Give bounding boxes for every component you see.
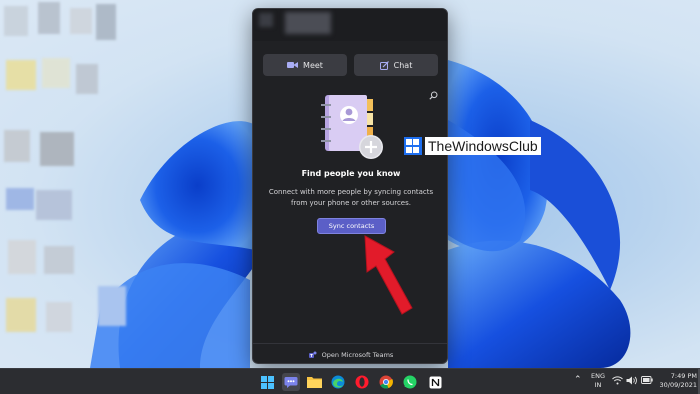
edge-browser-icon[interactable]: [329, 373, 347, 391]
taskbar: ⌃ ENG IN 7:49 PM 30/09/2021: [0, 368, 700, 394]
input-language-indicator[interactable]: ENG IN: [589, 372, 607, 390]
search-icon[interactable]: [429, 91, 438, 100]
profile-name-blurred: [285, 12, 331, 34]
teams-chat-icon[interactable]: [282, 373, 300, 391]
find-people-heading: Find people you know: [301, 169, 401, 178]
opera-browser-icon[interactable]: [353, 373, 371, 391]
volume-icon[interactable]: [626, 376, 637, 385]
battery-icon[interactable]: [641, 376, 653, 384]
whatsapp-icon[interactable]: [401, 373, 419, 391]
profile-avatar-blurred[interactable]: [259, 13, 273, 27]
watermark-text: TheWindowsClub: [425, 137, 541, 155]
compose-icon: [379, 60, 389, 70]
desktop-icons-blurred: [0, 0, 130, 368]
clock-time: 7:49 PM: [670, 372, 697, 380]
region-code: IN: [594, 381, 602, 389]
open-teams-label: Open Microsoft Teams: [321, 350, 394, 359]
file-explorer-icon[interactable]: [305, 373, 323, 391]
watermark: TheWindowsClub: [404, 137, 541, 155]
notion-icon[interactable]: [426, 373, 444, 391]
video-camera-icon: [287, 62, 299, 68]
show-hidden-icons-caret[interactable]: ⌃: [574, 375, 582, 385]
address-book-illustration: [321, 95, 383, 159]
teams-chat-flyout: Meet Chat Find people you know Connect w…: [252, 8, 448, 364]
windows-start-icon[interactable]: [258, 373, 276, 391]
teams-logo-icon: [308, 351, 317, 358]
find-people-description: Connect with more people by syncing cont…: [268, 188, 434, 207]
chrome-browser-icon[interactable]: [377, 373, 395, 391]
language-code: ENG: [590, 372, 605, 380]
clock-date: 30/09/2021: [659, 381, 697, 389]
flyout-header: [253, 9, 447, 41]
open-teams-link[interactable]: Open Microsoft Teams: [253, 343, 447, 363]
wifi-icon[interactable]: [612, 376, 623, 385]
system-clock[interactable]: 7:49 PM 30/09/2021: [657, 372, 697, 390]
chat-button-label: Chat: [393, 60, 413, 70]
windows-logo-icon: [404, 137, 422, 155]
meet-button-label: Meet: [303, 60, 323, 70]
meet-button[interactable]: Meet: [263, 54, 347, 76]
red-arrow-annotation: [364, 235, 413, 315]
chat-button[interactable]: Chat: [354, 54, 438, 76]
